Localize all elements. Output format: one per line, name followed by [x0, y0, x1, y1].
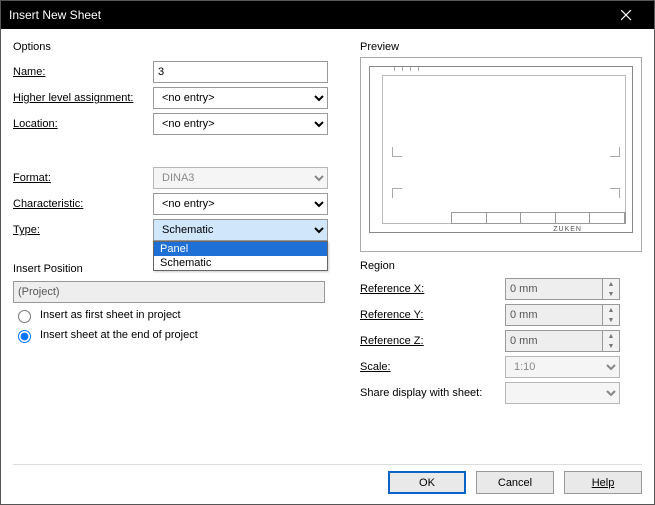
chevron-up-icon[interactable]: ▲ [603, 279, 619, 289]
cancel-button[interactable]: Cancel [476, 471, 554, 494]
chevron-down-icon[interactable]: ▼ [603, 289, 619, 299]
radio-first-input[interactable] [18, 310, 31, 323]
scale-label: Scale: [360, 361, 505, 373]
radio-first-label: Insert as first sheet in project [40, 309, 181, 321]
share-label: Share display with sheet: [360, 387, 505, 399]
type-select[interactable]: Schematic [153, 219, 328, 241]
refz-field[interactable]: 0 mm▲▼ [505, 330, 620, 352]
refy-field[interactable]: 0 mm▲▼ [505, 304, 620, 326]
share-select[interactable] [505, 382, 620, 404]
location-label: Location: [13, 118, 153, 130]
location-select[interactable]: <no entry> [153, 113, 328, 135]
refx-label: Reference X: [360, 283, 505, 295]
format-select[interactable]: DINA3 [153, 167, 328, 189]
type-option-panel[interactable]: Panel [154, 242, 327, 256]
ok-button[interactable]: OK [388, 471, 466, 494]
close-icon [621, 10, 632, 21]
radio-end-input[interactable] [18, 330, 31, 343]
options-group: Options Name: Higher level assignment: <… [13, 41, 348, 245]
hla-label: Higher level assignment: [13, 92, 153, 104]
radio-first[interactable]: Insert as first sheet in project [13, 307, 348, 323]
project-field: (Project) [13, 281, 325, 303]
radio-end[interactable]: Insert sheet at the end of project [13, 327, 348, 343]
chevron-down-icon[interactable]: ▼ [603, 315, 619, 325]
titlebar: Insert New Sheet [1, 1, 654, 29]
close-button[interactable] [606, 1, 646, 29]
refy-label: Reference Y: [360, 309, 505, 321]
characteristic-label: Characteristic: [13, 198, 153, 210]
radio-end-label: Insert sheet at the end of project [40, 329, 198, 341]
preview-legend: Preview [360, 41, 642, 53]
chevron-up-icon[interactable]: ▲ [603, 331, 619, 341]
region-legend: Region [360, 260, 642, 272]
refx-field[interactable]: 0 mm▲▼ [505, 278, 620, 300]
preview-watermark: ZUKEN [553, 226, 582, 233]
chevron-up-icon[interactable]: ▲ [603, 305, 619, 315]
hla-select[interactable]: <no entry> [153, 87, 328, 109]
options-legend: Options [13, 41, 51, 57]
name-input[interactable] [153, 61, 328, 83]
scale-select[interactable]: 1:10 [505, 356, 620, 378]
window-title: Insert New Sheet [9, 8, 606, 22]
type-label: Type: [13, 224, 153, 236]
refz-label: Reference Z: [360, 335, 505, 347]
name-label: Name: [13, 66, 153, 78]
help-button[interactable]: Help [564, 471, 642, 494]
format-label: Format: [13, 172, 153, 184]
chevron-down-icon[interactable]: ▼ [603, 341, 619, 351]
preview-area: ZUKEN [360, 57, 642, 252]
characteristic-select[interactable]: <no entry> [153, 193, 328, 215]
type-dropdown-list[interactable]: Panel Schematic [153, 241, 328, 271]
type-option-schematic[interactable]: Schematic [154, 256, 327, 270]
